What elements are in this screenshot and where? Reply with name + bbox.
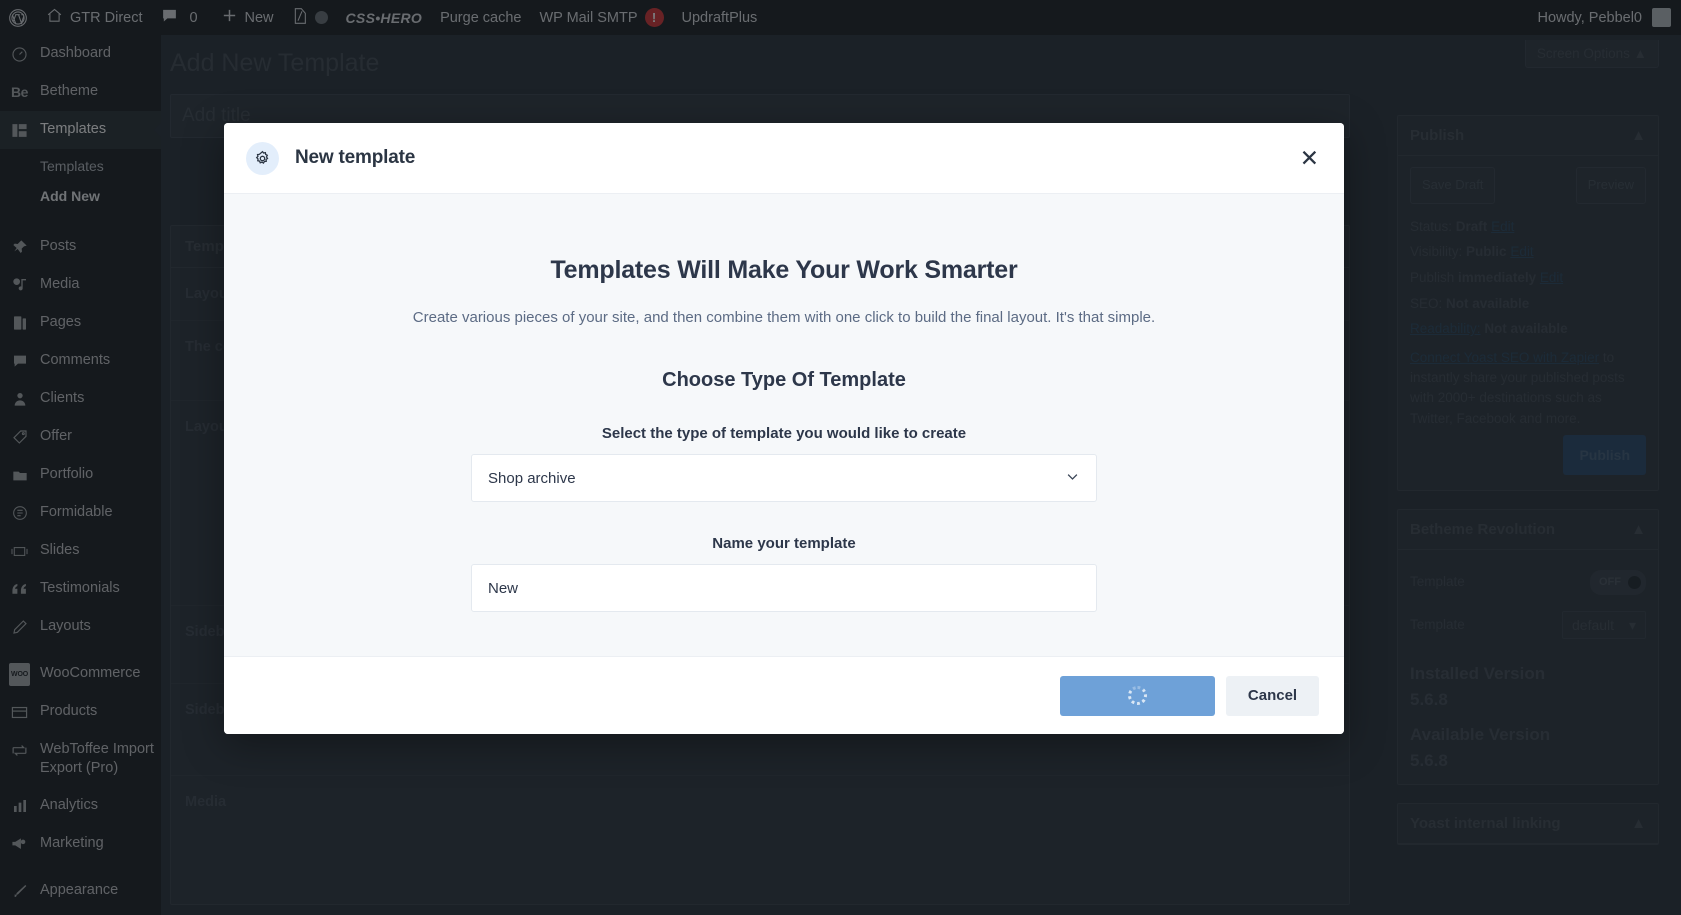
promo-title: Templates Will Make Your Work Smarter <box>550 256 1018 284</box>
new-template-modal: New template ✕ Templates Will Make Your … <box>224 123 1344 734</box>
template-name-label: Name your template <box>712 535 856 552</box>
chevron-down-icon <box>1065 469 1080 488</box>
template-name-value: New <box>488 579 519 597</box>
promo-subtitle: Create various pieces of your site, and … <box>412 309 1156 326</box>
gear-icon <box>246 141 279 175</box>
close-icon[interactable]: ✕ <box>1300 146 1319 170</box>
modal-footer: Cancel <box>224 656 1344 734</box>
modal-title: New template <box>295 147 416 168</box>
template-type-value: Shop archive <box>488 469 576 487</box>
choose-type-title: Choose Type Of Template <box>662 369 906 391</box>
template-name-input[interactable]: New <box>471 564 1097 612</box>
template-type-select[interactable]: Shop archive <box>471 454 1097 502</box>
loading-spinner-icon <box>1128 686 1147 705</box>
template-type-label: Select the type of template you would li… <box>601 425 967 442</box>
modal-body: Templates Will Make Your Work Smarter Cr… <box>224 194 1344 656</box>
cancel-button[interactable]: Cancel <box>1226 675 1319 716</box>
create-template-button[interactable] <box>1060 675 1215 716</box>
modal-header: New template ✕ <box>224 123 1344 194</box>
